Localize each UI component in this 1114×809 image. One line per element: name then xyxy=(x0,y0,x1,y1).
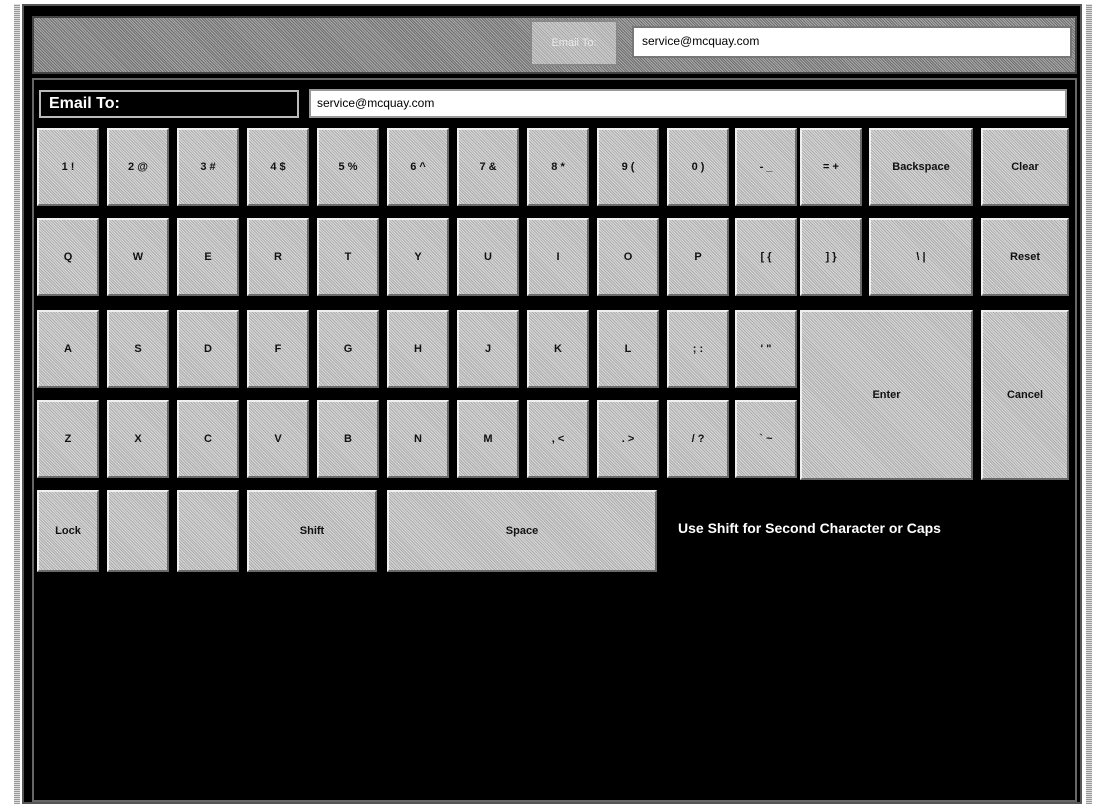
email-input[interactable]: service@mcquay.com xyxy=(309,89,1067,118)
key-5[interactable]: 5 % xyxy=(317,128,379,206)
key-blank-keyboardrow39[interactable]: ; : xyxy=(667,310,729,388)
key-blank-keyboardrow49[interactable]: / ? xyxy=(667,400,729,478)
key-t[interactable]: T xyxy=(317,218,379,296)
key-1[interactable]: 1 ! xyxy=(37,128,99,206)
key-p[interactable]: P xyxy=(667,218,729,296)
key-y[interactable]: Y xyxy=(387,218,449,296)
key-r[interactable]: R xyxy=(247,218,309,296)
key-reset[interactable]: Reset xyxy=(981,218,1069,296)
key-blank-keyboardrow51[interactable] xyxy=(107,490,169,572)
key-3[interactable]: 3 # xyxy=(177,128,239,206)
key-7[interactable]: 7 & xyxy=(457,128,519,206)
right-scroll-rail xyxy=(1086,4,1092,804)
key-blank-keyboardrow210[interactable]: [ { xyxy=(735,218,797,296)
key-i[interactable]: I xyxy=(527,218,589,296)
key-blank-keyboardrow52[interactable] xyxy=(177,490,239,572)
key-w[interactable]: W xyxy=(107,218,169,296)
key-b[interactable]: B xyxy=(317,400,379,478)
key-9[interactable]: 9 ( xyxy=(597,128,659,206)
key-k[interactable]: K xyxy=(527,310,589,388)
key-blank-keyboardrow212[interactable]: \ | xyxy=(869,218,973,296)
key-u[interactable]: U xyxy=(457,218,519,296)
email-to-label: Email To: xyxy=(39,90,299,118)
key-c[interactable]: C xyxy=(177,400,239,478)
key-clear[interactable]: Clear xyxy=(981,128,1069,206)
key-cancel[interactable]: Cancel xyxy=(981,310,1069,480)
key-l[interactable]: L xyxy=(597,310,659,388)
key-8[interactable]: 8 * xyxy=(527,128,589,206)
key-z[interactable]: Z xyxy=(37,400,99,478)
key-backspace[interactable]: Backspace xyxy=(869,128,973,206)
key-blank-keyboardrow211[interactable]: ] } xyxy=(800,218,862,296)
key-v[interactable]: V xyxy=(247,400,309,478)
key-m[interactable]: M xyxy=(457,400,519,478)
left-scroll-rail xyxy=(14,4,20,804)
key-q[interactable]: Q xyxy=(37,218,99,296)
recipient-field[interactable]: service@mcquay.com xyxy=(632,26,1072,58)
key-a[interactable]: A xyxy=(37,310,99,388)
email-to-button[interactable]: Email To: xyxy=(530,20,618,66)
key-n[interactable]: N xyxy=(387,400,449,478)
key-enter[interactable]: Enter xyxy=(800,310,973,480)
key-2[interactable]: 2 @ xyxy=(107,128,169,206)
key-4[interactable]: 4 $ xyxy=(247,128,309,206)
key-lock[interactable]: Lock xyxy=(37,490,99,572)
key-shift[interactable]: Shift xyxy=(247,490,377,572)
key-space[interactable]: Space xyxy=(387,490,657,572)
key-o[interactable]: O xyxy=(597,218,659,296)
key-blank-keyboardrow48[interactable]: . > xyxy=(597,400,659,478)
key-h[interactable]: H xyxy=(387,310,449,388)
key-blank-keyboardrow110[interactable]: - _ xyxy=(735,128,797,206)
shift-hint: Use Shift for Second Character or Caps xyxy=(678,520,941,536)
key-g[interactable]: G xyxy=(317,310,379,388)
key-blank-keyboardrow47[interactable]: , < xyxy=(527,400,589,478)
key-blank-keyboardrow111[interactable]: = + xyxy=(800,128,862,206)
key-6[interactable]: 6 ^ xyxy=(387,128,449,206)
key-0[interactable]: 0 ) xyxy=(667,128,729,206)
key-e[interactable]: E xyxy=(177,218,239,296)
key-s[interactable]: S xyxy=(107,310,169,388)
key-j[interactable]: J xyxy=(457,310,519,388)
key-d[interactable]: D xyxy=(177,310,239,388)
key-f[interactable]: F xyxy=(247,310,309,388)
key-blank-keyboardrow310[interactable]: ' " xyxy=(735,310,797,388)
key-x[interactable]: X xyxy=(107,400,169,478)
key-blank-keyboardrow410[interactable]: ` ~ xyxy=(735,400,797,478)
